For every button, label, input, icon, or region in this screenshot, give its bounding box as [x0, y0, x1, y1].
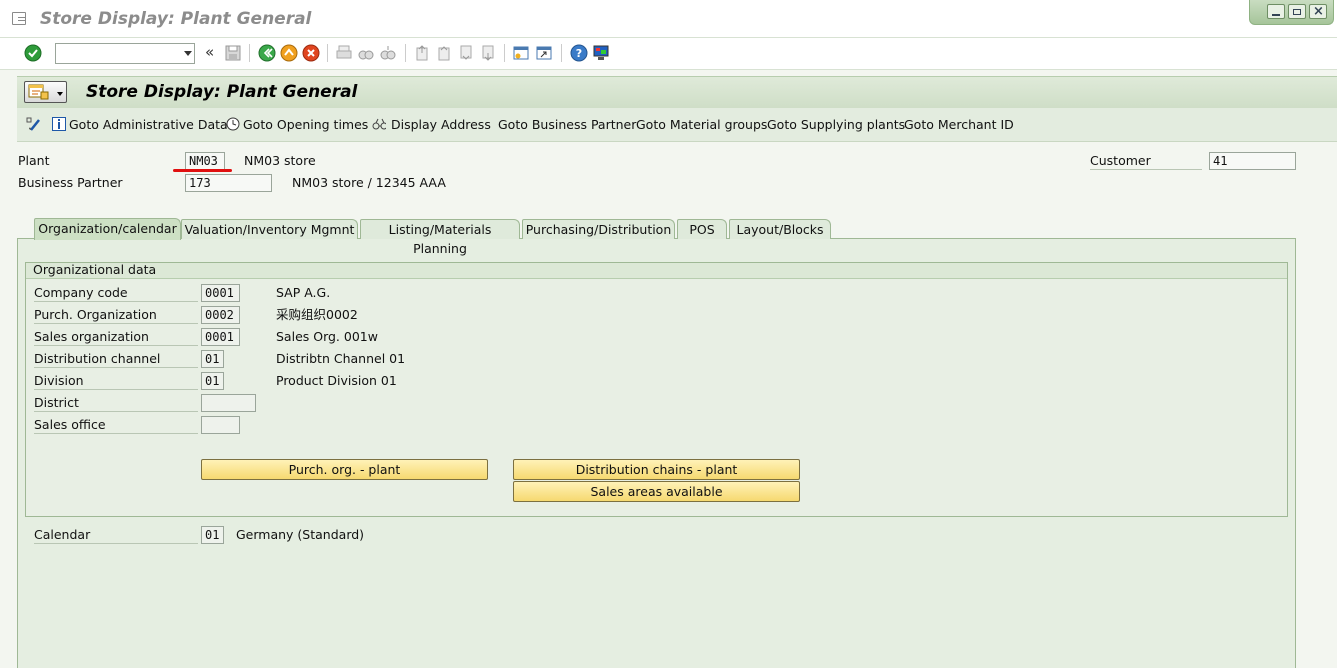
tab-layout-blocks[interactable]: Layout/Blocks [729, 219, 831, 239]
print-icon[interactable] [336, 45, 352, 61]
highlight-underline [173, 169, 232, 172]
system-toolbar [0, 38, 1337, 70]
double-chevron-left-icon[interactable]: « [205, 43, 214, 61]
goto-opening-times-button[interactable]: Goto Opening times [243, 117, 368, 132]
window-title: Store Display: Plant General [40, 9, 312, 29]
chevron-down-icon[interactable] [184, 51, 192, 56]
calendar-field[interactable]: 01 [201, 526, 224, 544]
next-page-icon[interactable] [458, 45, 474, 61]
command-input[interactable] [56, 44, 174, 63]
company-code-field[interactable]: 0001 [201, 284, 240, 302]
customer-field[interactable]: 41 [1209, 152, 1296, 170]
window-menu-icon[interactable] [12, 12, 26, 25]
clock-icon [226, 117, 240, 131]
first-page-icon[interactable] [414, 45, 430, 61]
sales-organization-label: Sales organization [34, 328, 198, 346]
company-code-label: Company code [34, 284, 198, 302]
svg-text:?: ? [576, 47, 582, 60]
division-field[interactable]: 01 [201, 372, 224, 390]
exit-icon[interactable] [280, 44, 298, 62]
group-title: Organizational data [33, 262, 157, 277]
close-icon[interactable]: × [1309, 4, 1327, 19]
display-change-icon[interactable] [25, 116, 43, 132]
enter-icon[interactable] [24, 44, 42, 62]
sales-organization-description: Sales Org. 001w [276, 329, 378, 344]
shortcut-icon[interactable] [536, 45, 552, 61]
business-partner-field[interactable]: 173 [185, 174, 272, 192]
separator [249, 44, 250, 62]
customer-label: Customer [1090, 152, 1202, 170]
minimize-icon[interactable] [1267, 4, 1285, 19]
back-icon[interactable] [258, 44, 276, 62]
last-page-icon[interactable] [480, 45, 496, 61]
division-label: Division [34, 372, 198, 390]
company-code-description: SAP A.G. [276, 285, 331, 300]
sales-organization-field[interactable]: 0001 [201, 328, 240, 346]
distribution-channel-label: Distribution channel [34, 350, 198, 368]
calendar-description: Germany (Standard) [236, 527, 365, 542]
tab-organization-calendar[interactable]: Organization/calendar [34, 218, 181, 240]
purch-org-plant-button[interactable]: Purch. org. - plant [201, 459, 488, 480]
display-address-button[interactable]: Display Address [391, 117, 491, 132]
district-label: District [34, 394, 198, 412]
tab-listing-materials-planning[interactable]: Listing/Materials Planning [360, 219, 520, 256]
calendar-label: Calendar [34, 526, 198, 544]
purch-organization-field[interactable]: 0002 [201, 306, 240, 324]
address-icon [372, 118, 386, 130]
plant-description: NM03 store [244, 153, 316, 168]
goto-supplying-plants-button[interactable]: Goto Supplying plants [767, 117, 905, 132]
goto-material-groups-button[interactable]: Goto Material groups [636, 117, 767, 132]
save-icon[interactable] [225, 45, 241, 61]
distribution-chains-plant-button[interactable]: Distribution chains - plant [513, 459, 800, 480]
business-partner-label: Business Partner [18, 175, 123, 190]
help-icon[interactable]: ? [570, 44, 588, 62]
command-field[interactable] [55, 43, 195, 64]
window-controls: × [1249, 0, 1334, 25]
distribution-channel-description: Distribtn Channel 01 [276, 351, 406, 366]
find-icon[interactable] [358, 45, 374, 61]
goto-business-partner-button[interactable]: Goto Business Partner [498, 117, 636, 132]
cancel-icon[interactable] [302, 44, 320, 62]
sales-office-field[interactable] [201, 416, 240, 434]
goto-merchant-id-button[interactable]: Goto Merchant ID [904, 117, 1014, 132]
sales-office-label: Sales office [34, 416, 198, 434]
sales-areas-available-button[interactable]: Sales areas available [513, 481, 800, 502]
division-description: Product Division 01 [276, 373, 397, 388]
separator [561, 44, 562, 62]
screen-title: Store Display: Plant General [86, 82, 358, 102]
previous-page-icon[interactable] [436, 45, 452, 61]
restore-icon[interactable] [1288, 4, 1306, 19]
plant-field[interactable]: NM03 [185, 152, 225, 170]
purch-organization-description: 采购组织0002 [276, 307, 358, 322]
menu-icon [28, 84, 49, 100]
separator [504, 44, 505, 62]
layout-menu-icon[interactable] [593, 45, 609, 61]
separator [405, 44, 406, 62]
purch-organization-label: Purch. Organization [34, 306, 198, 324]
chevron-down-icon [57, 92, 63, 96]
find-next-icon[interactable] [380, 45, 396, 61]
business-partner-description: NM03 store / 12345 AAA [292, 175, 446, 190]
distribution-channel-field[interactable]: 01 [201, 350, 224, 368]
screen-menu-button[interactable] [24, 81, 67, 103]
info-icon [52, 117, 66, 131]
new-session-icon[interactable] [513, 45, 529, 61]
district-field[interactable] [201, 394, 256, 412]
goto-administrative-data-button[interactable]: Goto Administrative Data [69, 117, 228, 132]
group-title-bar [26, 263, 1287, 279]
plant-label: Plant [18, 153, 50, 168]
tab-purchasing-distribution[interactable]: Purchasing/Distribution [522, 219, 675, 239]
tab-valuation-inventory[interactable]: Valuation/Inventory Mgmnt [181, 219, 358, 239]
separator [327, 44, 328, 62]
tab-pos[interactable]: POS [677, 219, 727, 239]
